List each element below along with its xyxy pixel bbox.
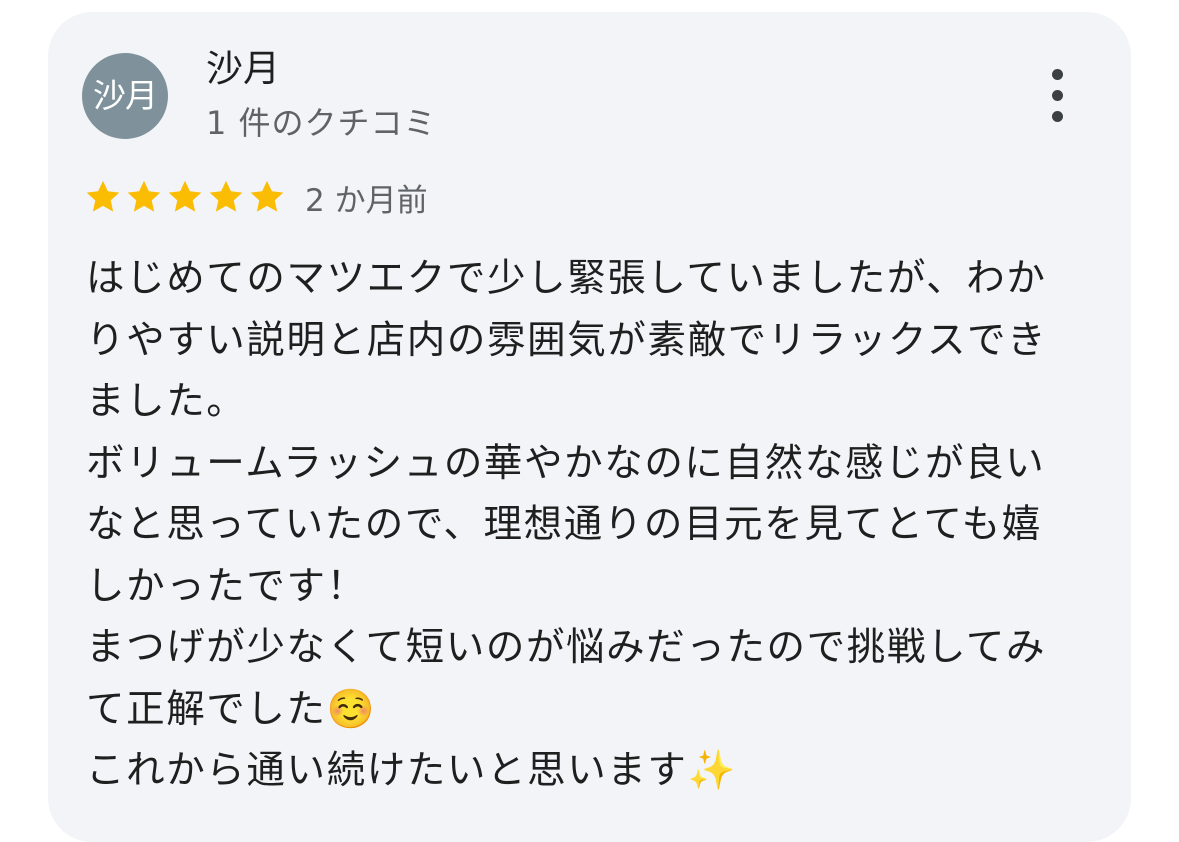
star-icon (250, 180, 284, 212)
star-icon (168, 180, 202, 212)
star-icon (127, 180, 161, 212)
review-text-line: りやすい説明と店内の雰囲気が素敵でリラックスでき (86, 317, 1048, 363)
review-text-line: ました。 (86, 379, 247, 424)
review-text-line: はじめてのマツエクで少し緊張していましたが、わか (86, 256, 1047, 301)
star-rating (84, 178, 289, 216)
more-options-button[interactable] (1036, 66, 1080, 126)
review-text-line: て正解でした☺️ (86, 686, 377, 732)
review-text-line: しかったです！ (86, 563, 367, 609)
avatar[interactable]: 沙月 (82, 53, 168, 139)
star-icon (86, 180, 120, 212)
review-text-line: ボリュームラッシュの華やかなのに自然な感じが良い (86, 440, 1046, 486)
review-text-line: まつげが少なくて短いのが悩みだったので挑戦してみ (86, 625, 1047, 670)
reviewer-name[interactable]: 沙月 (206, 44, 280, 94)
review-date: 2 か月前 (305, 182, 428, 219)
rating-row: 2 か月前 (84, 174, 428, 220)
review-count[interactable]: 1 件のクチコミ (206, 100, 437, 146)
review-text-line: なと思っていたので、理想通りの目元を見てとても嬉 (86, 502, 1042, 547)
review-text: はじめてのマツエクで少し緊張していましたが、わか りやすい説明と店内の雰囲気が素… (86, 248, 1096, 802)
star-icon (209, 180, 243, 212)
review-text-line: これから通い続けたいと思います✨ (86, 748, 738, 793)
